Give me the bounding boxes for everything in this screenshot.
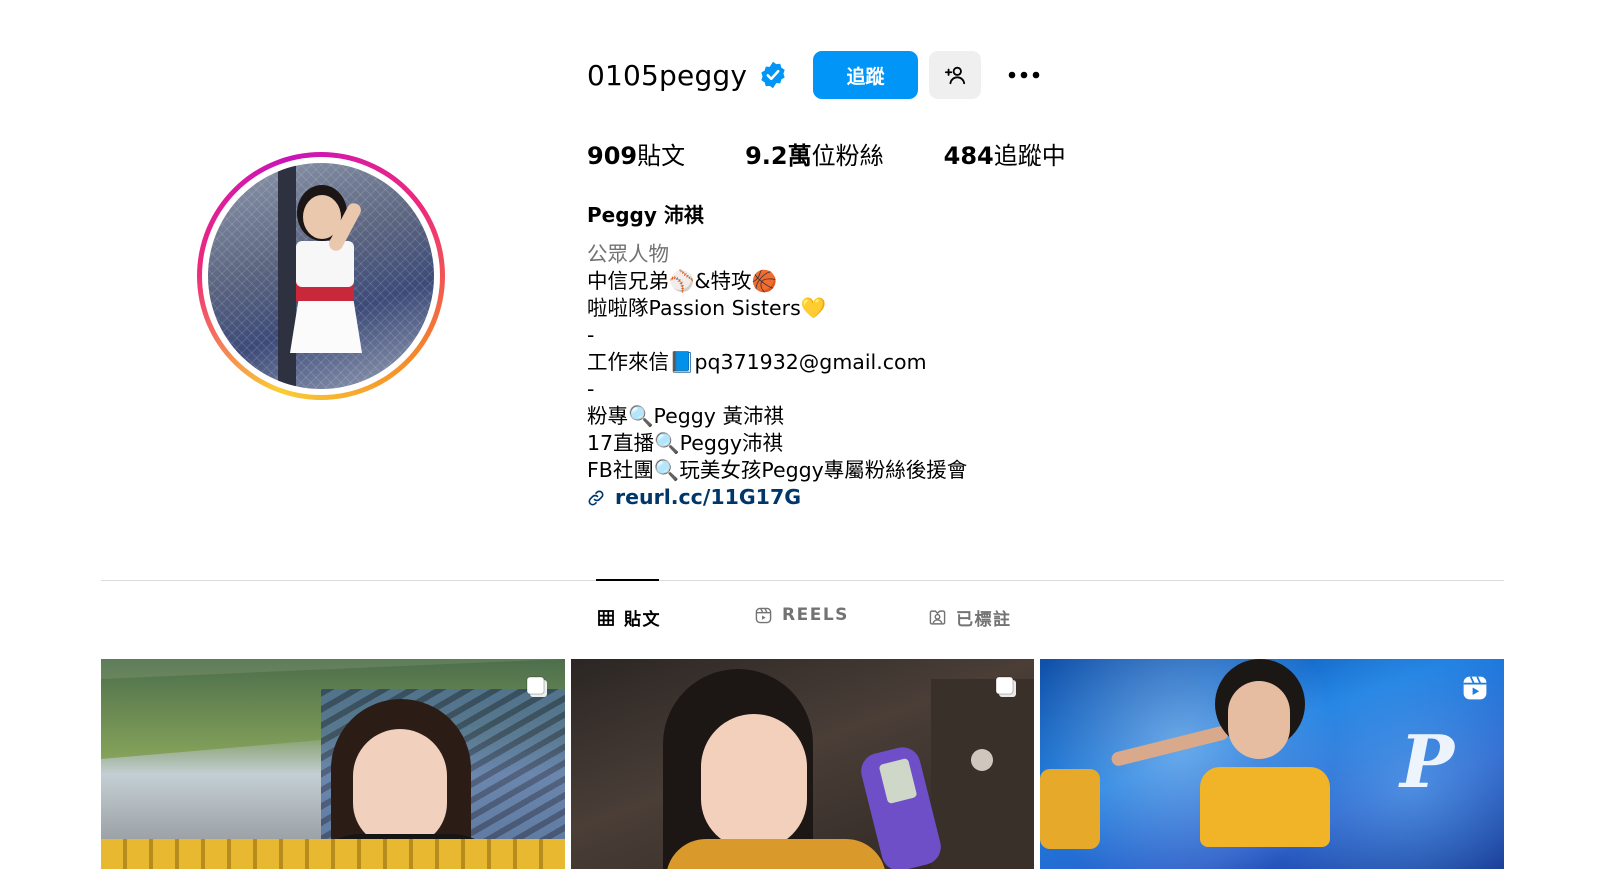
post-thumbnail[interactable] [101, 659, 565, 869]
add-person-icon [944, 66, 966, 85]
followers-stat[interactable]: 9.2萬位粉絲 [745, 136, 884, 171]
reels-icon [755, 607, 772, 623]
reels-icon [1463, 676, 1487, 700]
bio-line: 17直播🔍Peggy沛祺 [587, 431, 784, 455]
tagged-icon [929, 610, 946, 625]
stage-logo-graphic: P [1400, 719, 1455, 804]
username[interactable]: 0105peggy [587, 59, 747, 92]
more-dots-icon [1008, 71, 1040, 79]
grid-icon [598, 609, 614, 626]
bio-line: 啦啦隊Passion Sisters💛 [587, 296, 827, 320]
active-tab-indicator [596, 579, 659, 581]
link-text[interactable]: reurl.cc/11G17G [615, 484, 801, 511]
tab-reels[interactable]: REELS [755, 605, 849, 625]
post-thumbnail[interactable] [571, 659, 1034, 869]
post-thumbnail[interactable]: P [1040, 659, 1504, 869]
bio-line: 中信兄弟⚾&特攻🏀 [587, 269, 778, 293]
full-name: Peggy 沛祺 [587, 203, 704, 227]
following-stat[interactable]: 484追蹤中 [944, 136, 1066, 171]
tabs-divider [101, 580, 1504, 581]
profile-avatar[interactable] [197, 152, 445, 400]
bio-line: - [587, 377, 595, 401]
avatar-image [208, 163, 434, 389]
profile-header: 0105peggy [587, 50, 787, 100]
profile-tabs: 貼文 REELS 已標註 [0, 605, 1613, 635]
tab-posts[interactable]: 貼文 [598, 605, 661, 630]
bio-line: - [587, 323, 595, 347]
follow-button[interactable]: 追蹤 [813, 51, 918, 99]
bio-line: 粉專🔍Peggy 黃沛祺 [587, 404, 784, 428]
bio-line: 工作來信📘pq371932@gmail.com [587, 350, 927, 374]
posts-grid: P [101, 659, 1504, 869]
avatar-frame [202, 157, 440, 395]
bio: 公眾人物 中信兄弟⚾&特攻🏀 啦啦隊Passion Sisters💛 - 工作來… [587, 241, 967, 511]
category-label: 公眾人物 [587, 242, 669, 266]
carousel-icon [995, 676, 1016, 697]
bio-link[interactable]: reurl.cc/11G17G [587, 484, 967, 511]
bio-line: FB社團🔍玩美女孩Peggy專屬粉絲後援會 [587, 458, 968, 482]
profile-stats: 909貼文 9.2萬位粉絲 484追蹤中 [587, 136, 1126, 171]
link-icon [588, 490, 604, 505]
tab-tagged[interactable]: 已標註 [929, 605, 1012, 630]
verified-badge-icon [761, 61, 785, 89]
carousel-icon [526, 676, 547, 697]
more-options-button[interactable] [1000, 51, 1048, 99]
posts-stat: 909貼文 [587, 142, 686, 170]
suggested-users-button[interactable] [929, 51, 981, 99]
